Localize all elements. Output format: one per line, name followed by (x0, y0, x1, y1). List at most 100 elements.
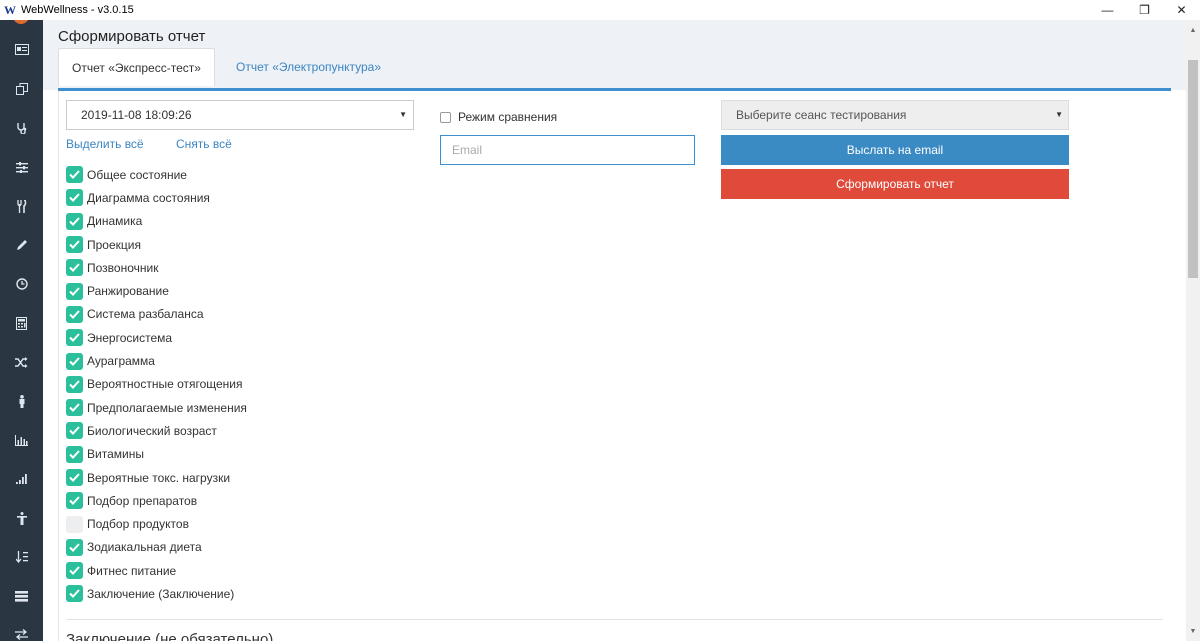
report-section-item[interactable]: Ранжирование (66, 279, 406, 302)
checkmark-icon (69, 333, 80, 343)
checkmark-icon (69, 566, 80, 576)
tab-express-test[interactable]: Отчет «Экспресс-тест» (58, 48, 215, 86)
report-section-checkbox[interactable] (66, 166, 83, 184)
report-section-checkbox[interactable] (66, 212, 83, 230)
report-section-item[interactable]: Витамины (66, 443, 406, 466)
checkmark-icon (69, 403, 80, 413)
window-titlebar: W WebWellness - v3.0.15 — ❐ ✕ (0, 0, 1200, 20)
sidebar-item-clock[interactable] (0, 264, 43, 304)
exchange-icon (15, 628, 28, 640)
report-section-checkbox[interactable] (66, 585, 83, 603)
sidebar-item-sort[interactable] (0, 537, 43, 577)
report-section-checkbox[interactable] (66, 492, 83, 510)
caret-down-icon: ▼ (1055, 110, 1063, 119)
report-section-label: Витамины (87, 447, 144, 462)
report-section-item[interactable]: Система разбаланса (66, 303, 406, 326)
report-section-item[interactable]: Аураграмма (66, 349, 406, 372)
report-section-label: Биологический возраст (87, 423, 217, 438)
vertical-scrollbar[interactable]: ▲ ▼ (1186, 20, 1200, 641)
session-date-select[interactable]: 2019-11-08 18:09:26 ▼ (66, 100, 414, 130)
report-section-checkbox[interactable] (66, 562, 83, 580)
close-button[interactable]: ✕ (1163, 0, 1200, 20)
caret-down-icon: ▼ (399, 110, 407, 119)
deselect-all-link[interactable]: Снять всё (176, 137, 232, 151)
email-input[interactable] (440, 135, 695, 165)
checkmark-icon (69, 170, 80, 180)
sidebar-item-list[interactable] (0, 576, 43, 616)
report-section-item[interactable]: Энергосистема (66, 326, 406, 349)
scrollbar-thumb[interactable] (1188, 60, 1198, 278)
user-avatar[interactable] (13, 20, 29, 24)
report-section-item[interactable]: Позвоночник (66, 256, 406, 279)
signal-icon (15, 474, 27, 484)
compare-mode-toggle[interactable]: Режим сравнения (440, 110, 557, 124)
restore-button[interactable]: ❐ (1126, 0, 1163, 20)
report-section-label: Проекция (87, 237, 141, 252)
report-section-item[interactable]: Общее состояние (66, 163, 406, 186)
sidebar-item-pencil[interactable] (0, 225, 43, 265)
send-email-button[interactable]: Выслать на email (721, 135, 1069, 165)
select-all-link[interactable]: Выделить всё (66, 137, 144, 151)
tab-electropuncture[interactable]: Отчет «Электропунктура» (223, 48, 394, 86)
sidebar-item-stethoscope[interactable] (0, 108, 43, 148)
report-section-checkbox[interactable] (66, 189, 83, 207)
sidebar-item-bar-chart[interactable] (0, 420, 43, 460)
report-section-checkbox[interactable] (66, 375, 83, 393)
app-logo-icon: W (4, 2, 16, 17)
report-section-item[interactable]: Подбор продуктов (66, 512, 406, 535)
calculator-icon (16, 316, 27, 330)
checkmark-icon (69, 217, 80, 226)
generate-report-button[interactable]: Сформировать отчет (721, 169, 1069, 199)
scroll-up-icon[interactable]: ▲ (1186, 22, 1200, 38)
report-section-checkbox[interactable] (66, 329, 83, 347)
report-section-label: Аураграмма (87, 354, 155, 369)
compare-mode-checkbox[interactable] (440, 111, 451, 123)
sort-icon (15, 551, 28, 563)
report-section-checkbox[interactable] (66, 259, 83, 277)
report-section-item[interactable]: Вероятные токс. нагрузки (66, 466, 406, 489)
sidebar-item-id-card[interactable] (0, 29, 43, 69)
sidebar-item-calculator[interactable] (0, 303, 43, 343)
report-section-item[interactable]: Динамика (66, 210, 406, 233)
sidebar-item-person[interactable] (0, 381, 43, 421)
report-section-item[interactable]: Биологический возраст (66, 419, 406, 442)
report-section-item[interactable]: Вероятностные отягощения (66, 373, 406, 396)
report-section-checkbox[interactable] (66, 305, 83, 323)
minimize-button[interactable]: — (1089, 0, 1126, 20)
report-section-label: Общее состояние (87, 167, 187, 182)
report-section-checkbox[interactable] (66, 538, 83, 556)
session-date-value: 2019-11-08 18:09:26 (81, 108, 192, 122)
sidebar-item-exchange[interactable] (0, 614, 43, 641)
report-section-checkbox[interactable] (66, 515, 83, 533)
checkmark-icon (69, 263, 80, 273)
cutlery-icon (16, 199, 26, 213)
report-section-item[interactable]: Заключение (Заключение) (66, 582, 406, 605)
report-section-item[interactable]: Подбор препаратов (66, 489, 406, 512)
bar-chart-icon (15, 434, 28, 446)
page-title: Сформировать отчет (58, 28, 206, 45)
report-section-item[interactable]: Предполагаемые изменения (66, 396, 406, 419)
sidebar-item-copy[interactable] (0, 69, 43, 109)
report-section-label: Вероятные токс. нагрузки (87, 470, 231, 485)
sidebar-item-sliders[interactable] (0, 147, 43, 187)
report-section-item[interactable]: Проекция (66, 233, 406, 256)
report-section-checkbox[interactable] (66, 422, 83, 440)
scroll-down-icon[interactable]: ▼ (1186, 623, 1200, 639)
report-section-checkbox[interactable] (66, 236, 83, 254)
report-section-label: Заключение (Заключение) (87, 586, 235, 601)
report-section-checkbox[interactable] (66, 282, 83, 300)
report-section-item[interactable]: Фитнес питание (66, 559, 406, 582)
report-section-item[interactable]: Диаграмма состояния (66, 186, 406, 209)
sidebar-item-cutlery[interactable] (0, 186, 43, 226)
main-content: Сформировать отчет Отчет «Экспресс-тест»… (43, 20, 1186, 641)
report-section-checkbox[interactable] (66, 399, 83, 417)
report-section-checkbox[interactable] (66, 352, 83, 370)
report-section-checkbox[interactable] (66, 445, 83, 463)
testing-session-select[interactable]: Выберите сеанс тестирования ▼ (721, 100, 1069, 130)
report-section-label: Фитнес питание (87, 563, 177, 578)
sidebar-item-signal[interactable] (0, 459, 43, 499)
sidebar-item-shuffle[interactable] (0, 342, 43, 382)
report-section-checkbox[interactable] (66, 469, 83, 486)
report-section-item[interactable]: Зодиакальная диета (66, 536, 406, 559)
sidebar-item-figure[interactable] (0, 498, 43, 538)
